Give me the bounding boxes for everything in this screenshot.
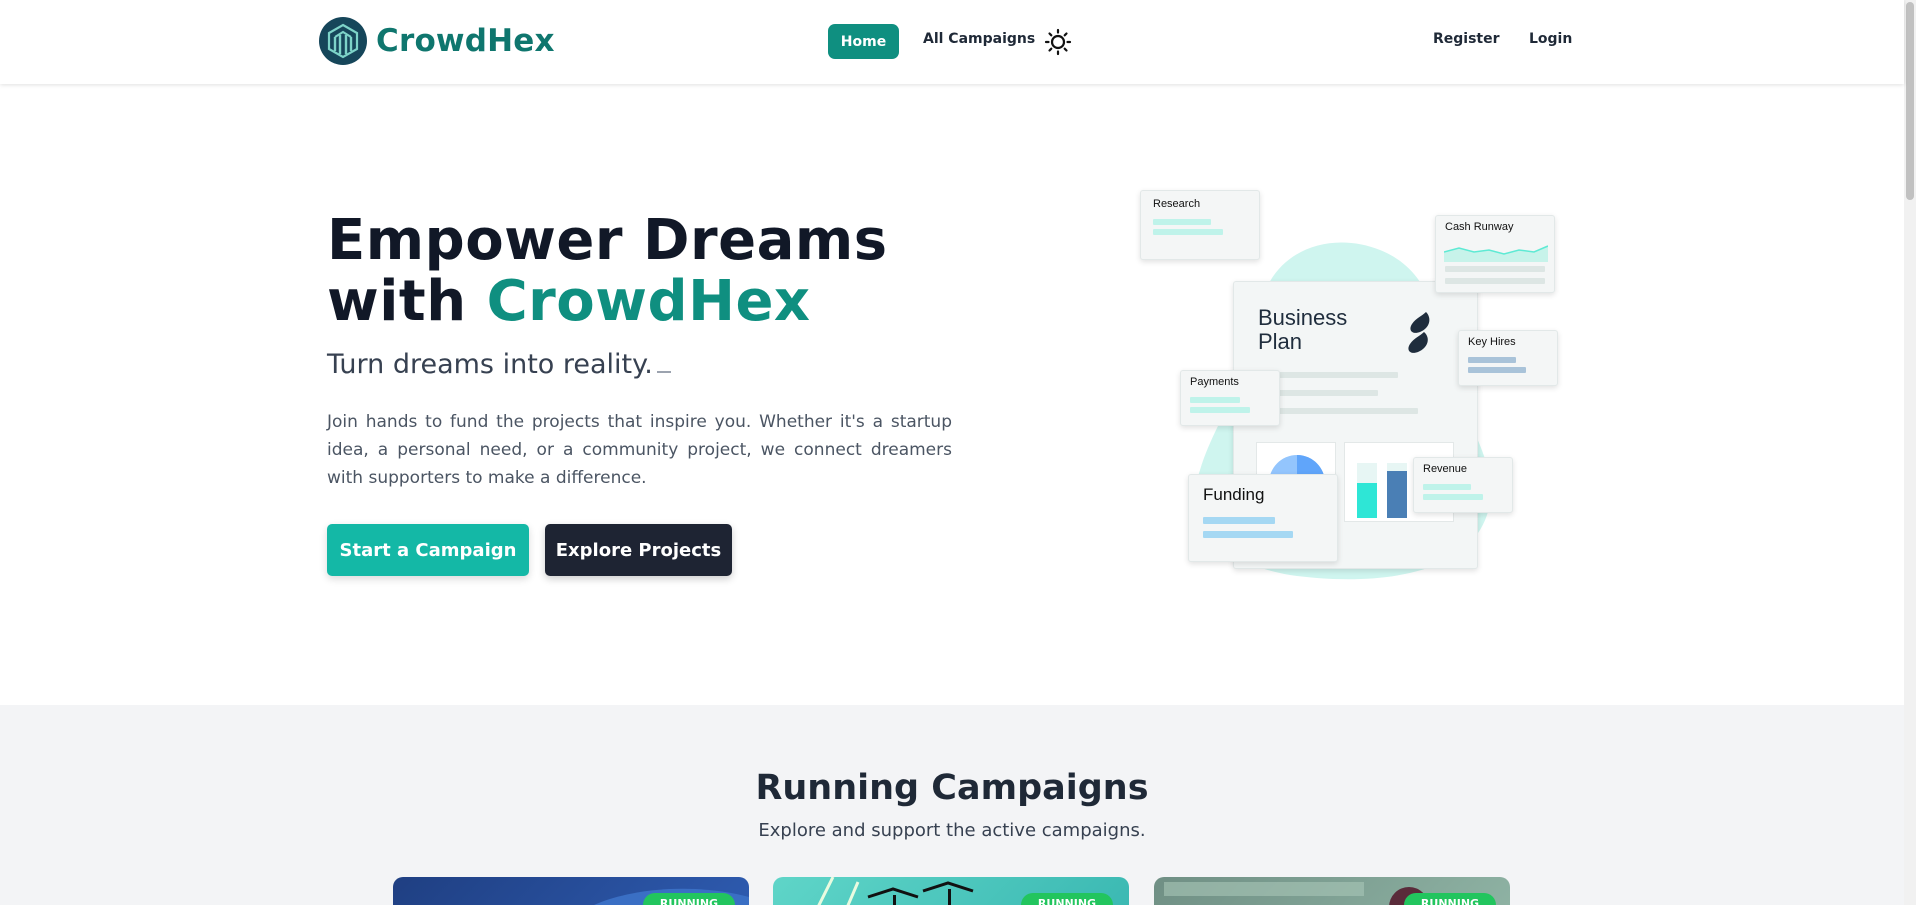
funding-card: Funding bbox=[1188, 474, 1338, 562]
funding-label: Funding bbox=[1203, 485, 1265, 504]
status-badge: RUNNING bbox=[1021, 893, 1113, 905]
hero-subtitle: Turn dreams into reality. bbox=[327, 349, 671, 380]
explore-projects-button[interactable]: Explore Projects bbox=[545, 524, 732, 576]
start-campaign-button[interactable]: Start a Campaign bbox=[327, 524, 529, 576]
scrollbar-thumb[interactable] bbox=[1906, 2, 1914, 200]
revenue-card: Revenue bbox=[1413, 457, 1513, 513]
hero-description: Join hands to fund the projects that ins… bbox=[327, 412, 952, 488]
running-campaigns-subtitle: Explore and support the active campaigns… bbox=[758, 820, 1146, 841]
campaign-card[interactable]: RUNNING bbox=[773, 877, 1129, 905]
hero-illustration: Business Plan Research Cash Runway Key H… bbox=[1130, 180, 1570, 590]
leaf-logo-icon bbox=[1408, 312, 1430, 353]
status-badge: RUNNING bbox=[1404, 893, 1496, 905]
cash-runway-line-chart bbox=[1444, 245, 1548, 262]
page-scrollbar[interactable] bbox=[1904, 0, 1916, 905]
payments-label: Payments bbox=[1190, 376, 1239, 388]
business-plan-title-line2: Plan bbox=[1258, 329, 1303, 354]
key-hires-label: Key Hires bbox=[1468, 336, 1516, 348]
crowdhex-logo-icon bbox=[319, 17, 367, 65]
business-plan-title-line1: Business bbox=[1258, 305, 1348, 330]
hero-subtitle-text: Turn dreams into reality. bbox=[327, 349, 653, 380]
nav-all-campaigns-link[interactable]: All Campaigns bbox=[923, 31, 1035, 47]
hero-title-line1: Empower Dreams bbox=[327, 208, 888, 273]
status-badge: RUNNING bbox=[643, 893, 735, 905]
key-hires-card: Key Hires bbox=[1458, 330, 1558, 386]
research-label: Research bbox=[1153, 198, 1201, 210]
campaign-card[interactable]: RUNNING bbox=[1154, 877, 1510, 905]
nav-home-button[interactable]: Home bbox=[828, 24, 899, 59]
campaign-card[interactable]: RUNNING bbox=[393, 877, 749, 905]
payments-card: Payments bbox=[1180, 370, 1280, 426]
brand-name: CrowdHex bbox=[376, 23, 555, 59]
hero-title-prefix: with bbox=[327, 269, 487, 334]
cash-runway-card: Cash Runway bbox=[1435, 215, 1555, 293]
nav-login-link[interactable]: Login bbox=[1529, 31, 1572, 47]
research-card: Research bbox=[1140, 190, 1260, 260]
hero-title: Empower Dreams with CrowdHex bbox=[327, 210, 888, 332]
cash-runway-label: Cash Runway bbox=[1445, 221, 1514, 233]
typing-cursor bbox=[656, 371, 671, 373]
sun-icon[interactable] bbox=[1044, 28, 1072, 56]
revenue-label: Revenue bbox=[1423, 463, 1468, 475]
nav-register-link[interactable]: Register bbox=[1433, 31, 1500, 47]
brand[interactable]: CrowdHex bbox=[319, 17, 555, 65]
navbar: CrowdHex Home All Campaigns Register Log… bbox=[0, 0, 1904, 84]
hero-title-accent: CrowdHex bbox=[486, 269, 811, 334]
running-campaigns-title: Running Campaigns bbox=[755, 768, 1149, 808]
